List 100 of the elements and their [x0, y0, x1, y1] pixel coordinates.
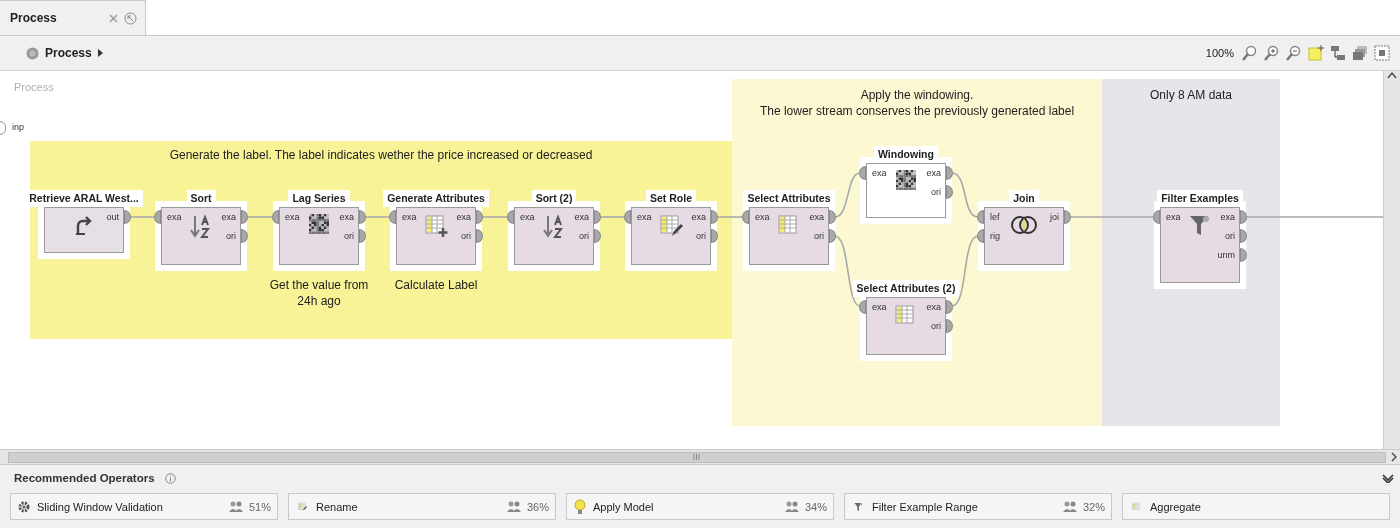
input-port[interactable] [272, 210, 279, 224]
port-label: ori [931, 187, 941, 197]
zoom-level: 100% [1205, 47, 1234, 59]
port-label: ori [814, 231, 824, 241]
port-label: ori [344, 231, 354, 241]
output-port[interactable] [711, 210, 718, 224]
output-port[interactable] [241, 229, 248, 243]
port-label: exa [926, 302, 941, 312]
operator-title: Select Attributes (2) [852, 280, 960, 297]
port-label: ori [226, 231, 236, 241]
fit-view-icon[interactable] [1374, 45, 1390, 61]
scroll-right-icon[interactable] [1390, 452, 1398, 462]
operator-suggestion[interactable]: Sliding Window Validation 51% [10, 493, 278, 520]
operator-title: Sort [186, 190, 216, 207]
operator-title: Filter Examples [1157, 190, 1243, 207]
port-label: ori [696, 231, 706, 241]
operator-title: Windowing [874, 146, 938, 163]
operator-name: Rename [316, 500, 359, 513]
input-port[interactable] [742, 210, 749, 224]
venn-icon [1010, 214, 1038, 236]
output-port[interactable] [594, 229, 601, 243]
close-icon[interactable] [109, 13, 118, 23]
port-label: ori [931, 321, 941, 331]
output-port[interactable] [946, 300, 953, 314]
port-label: exa [520, 212, 535, 222]
usage-percent: 36% [526, 500, 549, 513]
output-port[interactable] [476, 229, 483, 243]
port-label: ori [1225, 231, 1235, 241]
process-icon [26, 46, 39, 60]
operator-caption: Get the value from 24h ago [268, 277, 370, 309]
port-label: exa [755, 212, 770, 222]
sort-icon [190, 214, 212, 240]
zoom-fit-icon[interactable] [1242, 45, 1258, 61]
operator-caption: Calculate Label [393, 277, 479, 293]
annotation-text: Apply the windowing. [860, 87, 974, 103]
output-port[interactable] [594, 210, 601, 224]
auto-wire-icon[interactable] [1330, 45, 1346, 61]
output-port[interactable] [359, 229, 366, 243]
layers-icon[interactable] [1352, 45, 1368, 61]
port-label: exa [167, 212, 182, 222]
port-label: exa [574, 212, 589, 222]
output-port[interactable] [1064, 210, 1071, 224]
operator-title: Lag Series [288, 190, 350, 207]
output-port[interactable] [1240, 210, 1247, 224]
output-port[interactable] [711, 229, 718, 243]
input-port[interactable] [154, 210, 161, 224]
input-port[interactable] [1153, 210, 1160, 224]
users-icon [784, 501, 799, 512]
scroll-thumb[interactable] [8, 451, 1386, 463]
output-port[interactable] [1240, 229, 1247, 243]
scroll-up-icon[interactable] [1387, 71, 1397, 79]
table-pencil-icon [659, 214, 683, 238]
output-port[interactable] [1240, 248, 1247, 262]
sort-icon [543, 214, 565, 240]
usage-percent: 32% [1082, 500, 1105, 513]
input-port[interactable] [859, 300, 866, 314]
operator-title: Set Role [646, 190, 696, 207]
process-tab[interactable]: Process [0, 0, 146, 35]
funnel-icon [1189, 214, 1211, 236]
zoom-out-icon[interactable] [1286, 45, 1302, 61]
input-port[interactable] [977, 210, 984, 224]
input-port[interactable] [859, 166, 866, 180]
port-label: joi [1050, 212, 1059, 222]
port-label: exa [456, 212, 471, 222]
usage-percent: 34% [804, 500, 827, 513]
output-port[interactable] [829, 210, 836, 224]
restore-icon[interactable] [124, 11, 137, 25]
chevron-down-icon[interactable] [1382, 473, 1394, 483]
users-icon [228, 501, 243, 512]
output-port[interactable] [946, 185, 953, 199]
port-label: exa [339, 212, 354, 222]
annotation-text: Only 8 AM data [1149, 87, 1232, 103]
output-port[interactable] [124, 210, 131, 224]
output-port[interactable] [476, 210, 483, 224]
info-icon[interactable] [164, 472, 176, 484]
output-port[interactable] [241, 210, 248, 224]
usage-percent: 51% [248, 500, 271, 513]
table-plus-icon [424, 214, 448, 238]
noise-square-icon [309, 214, 329, 234]
add-note-icon[interactable] [1308, 45, 1324, 61]
zoom-in-icon[interactable] [1264, 45, 1280, 61]
output-port[interactable] [946, 319, 953, 333]
input-port[interactable] [507, 210, 514, 224]
port-label: exa [809, 212, 824, 222]
output-port[interactable] [829, 229, 836, 243]
operator-suggestion[interactable]: Filter Example Range 32% [844, 493, 1112, 520]
input-port[interactable] [977, 229, 984, 243]
input-port[interactable] [624, 210, 631, 224]
output-port[interactable] [359, 210, 366, 224]
caret-icon [97, 49, 103, 57]
port-label: inp [12, 122, 24, 132]
output-port[interactable] [946, 166, 953, 180]
operator-suggestion[interactable]: Apply Model 34% [566, 493, 834, 520]
canvas-label: Process [14, 81, 54, 93]
port-label: exa [1166, 212, 1181, 222]
operator-suggestion[interactable]: Aggregate [1122, 493, 1390, 520]
breadcrumb-link[interactable]: Process [45, 46, 92, 60]
operator-title: Generate Attributes [383, 190, 489, 207]
operator-suggestion[interactable]: Rename 36% [288, 493, 556, 520]
input-port[interactable] [389, 210, 396, 224]
